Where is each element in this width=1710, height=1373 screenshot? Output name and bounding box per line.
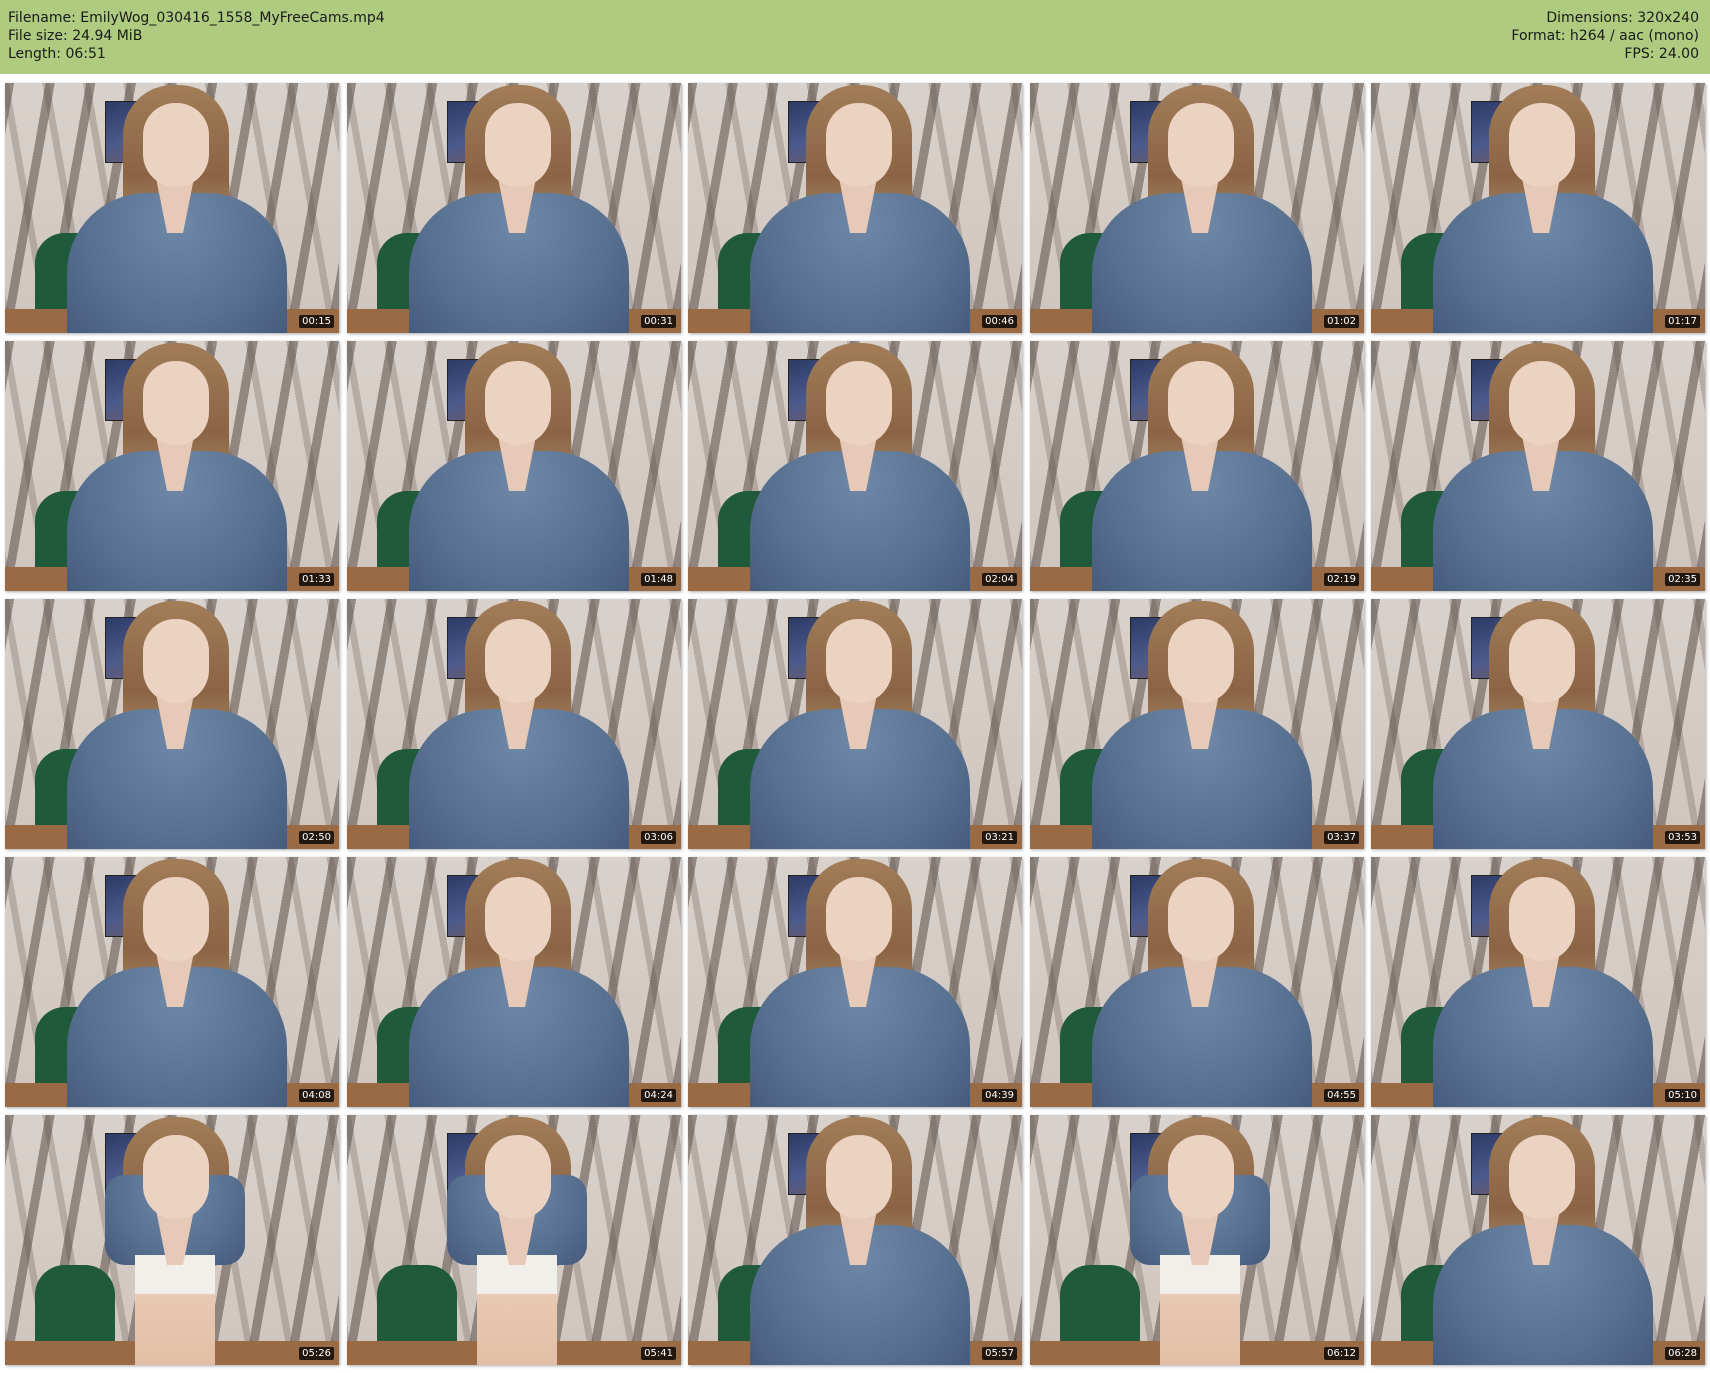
thumbnail-timestamp: 05:26 — [299, 1347, 334, 1360]
thumbnail-face — [1509, 1135, 1575, 1219]
thumbnail-face — [143, 619, 209, 703]
file-info-right: Dimensions: 320x240 Format: h264 / aac (… — [1511, 9, 1699, 63]
video-thumbnail[interactable]: 04:39 — [688, 857, 1022, 1107]
video-thumbnail[interactable]: 03:37 — [1030, 599, 1364, 849]
thumbnail-face — [1168, 1135, 1234, 1219]
thumbnail-face — [1509, 877, 1575, 961]
video-thumbnail[interactable]: 05:41 — [347, 1115, 681, 1365]
video-thumbnail[interactable]: 01:17 — [1371, 83, 1705, 333]
thumbnail-face — [826, 1135, 892, 1219]
thumbnail-face — [143, 877, 209, 961]
video-thumbnail[interactable]: 05:57 — [688, 1115, 1022, 1365]
thumbnail-timestamp: 00:15 — [299, 315, 334, 328]
video-thumbnail[interactable]: 01:33 — [5, 341, 339, 591]
thumbnail-face — [1168, 361, 1234, 445]
thumbnail-timestamp: 03:21 — [982, 831, 1017, 844]
thumbnail-face — [485, 1135, 551, 1219]
thumbnail-timestamp: 05:41 — [641, 1347, 676, 1360]
thumbnail-timestamp: 01:02 — [1324, 315, 1359, 328]
video-thumbnail[interactable]: 02:19 — [1030, 341, 1364, 591]
video-thumbnail[interactable]: 03:21 — [688, 599, 1022, 849]
thumbnail-timestamp: 03:06 — [641, 831, 676, 844]
thumbnail-face — [485, 361, 551, 445]
info-header: Filename: EmilyWog_030416_1558_MyFreeCam… — [0, 0, 1710, 74]
fps-label: FPS: 24.00 — [1624, 46, 1699, 62]
thumbnail-face — [143, 361, 209, 445]
thumbnail-timestamp: 01:17 — [1665, 315, 1700, 328]
thumbnail-timestamp: 01:48 — [641, 573, 676, 586]
video-thumbnail[interactable]: 04:08 — [5, 857, 339, 1107]
thumbnail-face — [826, 103, 892, 187]
format-label: Format: h264 / aac (mono) — [1511, 28, 1699, 44]
thumbnail-timestamp: 00:46 — [982, 315, 1017, 328]
thumbnail-timestamp: 01:33 — [299, 573, 334, 586]
thumbnail-timestamp: 04:24 — [641, 1089, 676, 1102]
thumbnail-face — [826, 877, 892, 961]
video-thumbnail[interactable]: 01:02 — [1030, 83, 1364, 333]
video-thumbnail[interactable]: 05:10 — [1371, 857, 1705, 1107]
thumbnail-face — [485, 619, 551, 703]
video-thumbnail[interactable]: 02:50 — [5, 599, 339, 849]
video-thumbnail[interactable]: 02:04 — [688, 341, 1022, 591]
thumbnail-legs — [477, 1255, 557, 1365]
thumbnail-face — [1168, 877, 1234, 961]
video-thumbnail[interactable]: 00:46 — [688, 83, 1022, 333]
video-thumbnail[interactable]: 06:12 — [1030, 1115, 1364, 1365]
video-thumbnail[interactable]: 01:48 — [347, 341, 681, 591]
thumbnail-timestamp: 00:31 — [641, 315, 676, 328]
filename-label: Filename: EmilyWog_030416_1558_MyFreeCam… — [8, 10, 385, 26]
thumbnail-face — [1509, 361, 1575, 445]
thumbnail-timestamp: 03:53 — [1665, 831, 1700, 844]
video-thumbnail[interactable]: 03:06 — [347, 599, 681, 849]
thumbnail-face — [1509, 619, 1575, 703]
video-thumbnail[interactable]: 00:15 — [5, 83, 339, 333]
video-thumbnail[interactable]: 02:35 — [1371, 341, 1705, 591]
video-thumbnail[interactable]: 04:55 — [1030, 857, 1364, 1107]
thumbnail-timestamp: 05:10 — [1665, 1089, 1700, 1102]
thumbnail-face — [485, 877, 551, 961]
thumbnail-timestamp: 05:57 — [982, 1347, 1017, 1360]
thumbnail-legs — [135, 1255, 215, 1365]
thumbnail-timestamp: 02:04 — [982, 573, 1017, 586]
filesize-label: File size: 24.94 MiB — [8, 28, 143, 44]
video-thumbnail[interactable]: 00:31 — [347, 83, 681, 333]
thumbnail-grid: 00:15 00:31 00:46 01:02 01:17 01:33 01:48 02:04… — [5, 83, 1709, 1368]
thumbnail-timestamp: 02:19 — [1324, 573, 1359, 586]
thumbnail-face — [826, 361, 892, 445]
video-thumbnail[interactable]: 05:26 — [5, 1115, 339, 1365]
thumbnail-timestamp: 06:12 — [1324, 1347, 1359, 1360]
thumbnail-face — [485, 103, 551, 187]
thumbnail-timestamp: 04:55 — [1324, 1089, 1359, 1102]
video-thumbnail[interactable]: 03:53 — [1371, 599, 1705, 849]
thumbnail-legs — [1160, 1255, 1240, 1365]
thumbnail-timestamp: 02:50 — [299, 831, 334, 844]
length-label: Length: 06:51 — [8, 46, 106, 62]
thumbnail-face — [143, 103, 209, 187]
video-thumbnail[interactable]: 04:24 — [347, 857, 681, 1107]
thumbnail-face — [826, 619, 892, 703]
thumbnail-timestamp: 04:08 — [299, 1089, 334, 1102]
thumbnail-face — [1509, 103, 1575, 187]
thumbnail-timestamp: 06:28 — [1665, 1347, 1700, 1360]
thumbnail-timestamp: 03:37 — [1324, 831, 1359, 844]
thumbnail-face — [143, 1135, 209, 1219]
thumbnail-timestamp: 04:39 — [982, 1089, 1017, 1102]
file-info-left: Filename: EmilyWog_030416_1558_MyFreeCam… — [8, 9, 385, 63]
thumbnail-timestamp: 02:35 — [1665, 573, 1700, 586]
thumbnail-face — [1168, 103, 1234, 187]
thumbnail-face — [1168, 619, 1234, 703]
video-thumbnail[interactable]: 06:28 — [1371, 1115, 1705, 1365]
dimensions-label: Dimensions: 320x240 — [1546, 10, 1699, 26]
